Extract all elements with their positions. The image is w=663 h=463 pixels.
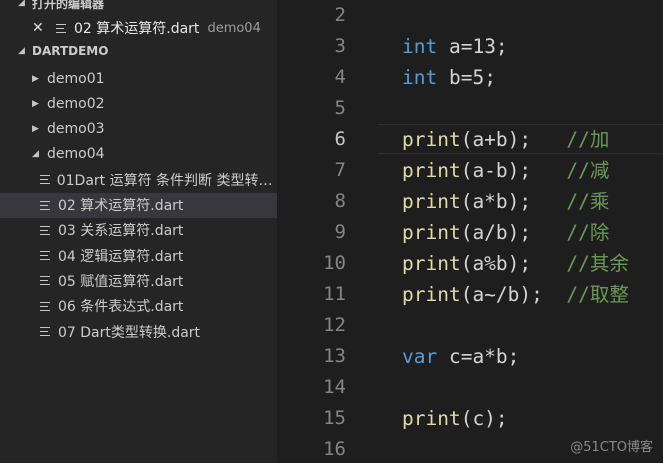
line-number: 14: [323, 376, 346, 398]
line-number: 5: [334, 97, 346, 119]
line-number-gutter: 2 3 4 5 6 7 8 9 10 11 12 13 14 15 16: [277, 0, 377, 463]
code-editor[interactable]: 2 3 4 5 6 7 8 9 10 11 12 13 14 15 16 int a=13; int b=5;…: [277, 0, 663, 463]
code-line[interactable]: int b=5;: [402, 62, 496, 93]
triangle-right-icon[interactable]: ▶: [32, 74, 44, 84]
chevron-down-icon: ◢: [18, 46, 25, 56]
function-token: print: [402, 159, 461, 182]
sidebar-file-item[interactable]: 05 赋值运算符.dart: [0, 268, 277, 293]
triangle-right-icon[interactable]: ▶: [32, 99, 44, 109]
sidebar-folder-demo04[interactable]: ◢ demo04: [0, 142, 277, 167]
file-icon: [40, 327, 51, 336]
triangle-down-icon[interactable]: ◢: [32, 149, 44, 159]
function-token: print: [402, 252, 461, 275]
file-icon: [40, 276, 51, 286]
line-number: 6: [334, 128, 346, 150]
keyword-token: int: [402, 35, 438, 58]
triangle-right-icon[interactable]: ▶: [32, 124, 44, 134]
function-token: print: [402, 221, 461, 244]
function-token: print: [402, 190, 461, 213]
code-token: (a-b);: [460, 159, 567, 182]
close-icon[interactable]: ✕: [32, 20, 46, 36]
code-line[interactable]: print(c);: [402, 403, 508, 434]
comment-token: //减: [566, 159, 610, 182]
line-number: 10: [323, 252, 346, 274]
comment-token: //加: [566, 128, 610, 151]
code-line[interactable]: var c=a*b;: [402, 341, 519, 372]
open-editor-filename: 02 算术运算符.dart: [74, 21, 200, 37]
code-token: a=13;: [437, 35, 508, 58]
comment-token: //除: [566, 221, 610, 244]
sidebar-folder-demo03[interactable]: ▶ demo03: [0, 117, 277, 142]
line-number: 7: [334, 159, 346, 181]
file-label: 04 逻辑运算符.dart: [58, 248, 184, 265]
code-token: (a%b);: [460, 252, 567, 275]
code-line[interactable]: print(a+b); //加: [402, 124, 609, 155]
file-label: 06 条件表达式.dart: [58, 299, 184, 316]
sidebar-folder-demo02[interactable]: ▶ demo02: [0, 91, 277, 116]
code-line[interactable]: print(a%b); //其余: [402, 248, 629, 279]
folder-label: demo03: [47, 121, 105, 138]
file-icon: [56, 23, 67, 33]
file-label: 07 Dart类型转换.dart: [58, 324, 201, 341]
code-token: (a~/b);: [460, 283, 567, 306]
sidebar-folder-demo01[interactable]: ▶ demo01: [0, 66, 277, 91]
code-token: (a/b);: [460, 221, 567, 244]
sidebar-file-item[interactable]: 03 关系运算符.dart: [0, 218, 277, 243]
sidebar-file-item[interactable]: 01Dart 运算符 条件判断 类型转换.dart: [0, 167, 277, 192]
code-token: (c);: [460, 407, 508, 430]
function-token: print: [402, 128, 461, 151]
file-label: 03 关系运算符.dart: [58, 223, 184, 240]
code-token: (a+b);: [460, 128, 567, 151]
function-token: print: [402, 407, 461, 430]
code-token: (a*b);: [460, 190, 567, 213]
function-token: print: [402, 283, 461, 306]
line-number: 4: [334, 66, 346, 88]
line-number: 11: [323, 283, 346, 305]
comment-token: //取整: [566, 283, 629, 306]
line-number: 3: [334, 35, 346, 57]
sidebar-file-item[interactable]: 04 逻辑运算符.dart: [0, 243, 277, 268]
open-editors-title: 打开的编辑器: [32, 0, 105, 11]
file-icon: [40, 251, 51, 261]
open-editors-header[interactable]: ◢ 打开的编辑器: [0, 0, 277, 14]
line-number: 9: [334, 221, 346, 243]
file-icon: [40, 200, 51, 210]
chevron-down-icon: ◢: [18, 0, 25, 8]
line-number: 8: [334, 190, 346, 212]
file-label: 01Dart 运算符 条件判断 类型转换.dart: [56, 172, 277, 189]
code-token: c=a*b;: [437, 345, 520, 368]
explorer-sidebar: ◢ 打开的编辑器 ✕ 02 算术运算符.dart demo04 ◢ DARTDE…: [0, 0, 277, 463]
comment-token: //乘: [566, 190, 610, 213]
folder-label: demo01: [47, 70, 105, 87]
code-line[interactable]: int a=13;: [402, 31, 508, 62]
open-editor-folder: demo04: [207, 20, 261, 36]
line-number: 15: [323, 407, 346, 429]
sidebar-file-item[interactable]: 07 Dart类型转换.dart: [0, 319, 277, 344]
file-icon: [40, 175, 50, 185]
file-label: 02 算术运算符.dart: [58, 198, 184, 214]
file-label: 05 赋值运算符.dart: [58, 273, 184, 290]
keyword-token: var: [402, 345, 438, 368]
watermark: @51CTO博客: [570, 440, 653, 455]
code-line[interactable]: print(a*b); //乘: [402, 186, 609, 217]
code-line[interactable]: print(a~/b); //取整: [402, 279, 629, 310]
code-line[interactable]: print(a-b); //减: [402, 155, 609, 186]
keyword-token: int: [402, 66, 438, 89]
project-title: DARTDEMO: [32, 44, 109, 58]
comment-token: //其余: [566, 252, 629, 275]
line-number: 12: [323, 314, 346, 336]
line-number: 16: [323, 438, 346, 460]
line-number: 13: [323, 345, 346, 367]
line-number: 2: [334, 4, 346, 26]
file-icon: [40, 301, 51, 311]
folder-label: demo02: [47, 95, 105, 112]
open-editor-item[interactable]: ✕ 02 算术运算符.dart demo04: [0, 16, 277, 40]
sidebar-file-item[interactable]: 02 算术运算符.dart: [0, 192, 277, 218]
folder-label: demo04: [47, 146, 105, 163]
sidebar-file-item[interactable]: 06 条件表达式.dart: [0, 294, 277, 319]
code-token: b=5;: [437, 66, 496, 89]
file-icon: [40, 225, 51, 235]
project-header[interactable]: ◢ DARTDEMO: [0, 40, 277, 62]
code-line[interactable]: print(a/b); //除: [402, 217, 609, 248]
